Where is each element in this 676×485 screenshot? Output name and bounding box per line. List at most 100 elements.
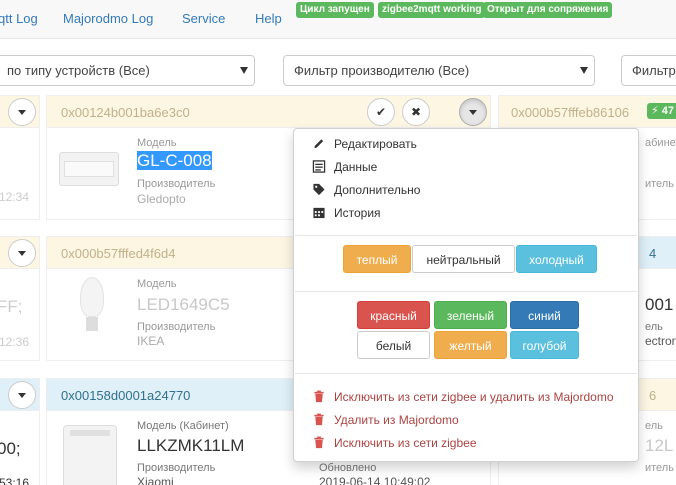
device-address: 6 [649, 388, 657, 403]
model-value: 001 [645, 295, 674, 314]
menu-item-edit[interactable]: Редактировать [312, 137, 417, 155]
card-time: 53:16 [0, 476, 30, 485]
calendar-icon [313, 207, 325, 219]
check-button[interactable]: ✔ [367, 98, 395, 126]
nav-link-help[interactable]: Help [255, 11, 282, 26]
model-value: LED1649C5 [137, 295, 230, 314]
device-address: 4 [649, 246, 657, 261]
close-button[interactable]: ✖ [402, 98, 430, 126]
nav-link-service[interactable]: Service [182, 11, 225, 26]
menu-item-label: Данные [334, 160, 378, 174]
menu-item-delete-majordomo[interactable]: Удалить из Majordomo [312, 413, 459, 431]
menu-item-label: Удалить из Majordomo [334, 413, 459, 427]
card-time: 12:34 [0, 190, 30, 204]
device-card-left-1: 12:34 [0, 95, 40, 220]
vendor-filter[interactable]: Фильтр производителю (Все) [283, 55, 595, 86]
updated-label: Обновлено [319, 462, 377, 474]
temp-cold-button[interactable]: холодный [516, 245, 597, 273]
card-value: 00; [0, 439, 21, 458]
chevron-down-icon [240, 67, 248, 74]
card-time: 12:36 [0, 335, 30, 349]
menu-divider [295, 235, 637, 236]
bulb-image [80, 277, 104, 335]
nav-link-mqtt-log[interactable]: qtt Log [0, 11, 38, 26]
device-card-left-3: 00; 53:16 [0, 378, 40, 485]
color-lightblue-button[interactable]: голубой [510, 331, 579, 359]
battery-badge: ⚡ 47 [647, 103, 676, 119]
card-menu-button[interactable] [459, 98, 487, 126]
updated-value: 2019-06-14 10:49:02 [319, 475, 431, 485]
color-white-button[interactable]: белый [357, 331, 430, 359]
vendor-value: IKEA [137, 334, 165, 348]
menu-item-label: Дополнительно [334, 183, 421, 197]
status-badge-z2m: zigbee2mqtt working [378, 2, 486, 18]
vendor-value: ectron [645, 334, 676, 348]
model-value: 12L [645, 436, 674, 455]
device-image [59, 152, 119, 186]
nav-link-majordomo-log[interactable]: Majorodmo Log [63, 11, 153, 26]
temp-warm-button[interactable]: теплый [343, 245, 411, 273]
menu-item-label: Исключить из сети zigbee и удалить из Ma… [334, 390, 614, 404]
menu-item-history[interactable]: История [312, 206, 381, 224]
card-menu-button[interactable] [8, 98, 36, 126]
device-context-menu: Редактировать Данные Дополнительно Истор… [293, 128, 639, 462]
device-type-filter[interactable]: по типу устройств (Все) [0, 55, 255, 86]
menu-item-advanced[interactable]: Дополнительно [312, 183, 420, 201]
device-address: 0x00158d0001a24770 [61, 388, 191, 403]
card-value: FF; [0, 297, 23, 316]
top-navbar: qtt Log Majorodmo Log Service Help Цикл … [0, 0, 676, 39]
vendor-filter-value: Фильтр производителю (Все) [294, 63, 470, 78]
device-address: 0x000b57fffeb86106 [511, 105, 630, 120]
trash-icon [314, 390, 324, 403]
menu-item-label: Исключить из сети zigbee [334, 436, 477, 450]
menu-item-exclude-and-delete[interactable]: Исключить из сети zigbee и удалить из Ma… [312, 390, 614, 408]
color-red-button[interactable]: красный [357, 301, 430, 329]
color-green-button[interactable]: зеленый [434, 301, 507, 329]
menu-item-exclude-zigbee[interactable]: Исключить из сети zigbee [312, 436, 477, 454]
menu-item-data[interactable]: Данные [312, 160, 377, 178]
tags-icon [313, 183, 325, 196]
vendor-label: Производитель [137, 462, 216, 474]
vendor-label: Производитель [137, 321, 216, 333]
temp-neutral-button[interactable]: нейтральный [412, 245, 515, 273]
model-value: LLKZMK11LM [137, 436, 245, 455]
third-filter-value: Фильтр [632, 63, 676, 78]
device-type-filter-value: по типу устройств (Все) [7, 63, 150, 78]
chevron-down-icon [18, 251, 26, 257]
chevron-down-icon [469, 110, 477, 116]
device-address: 0x000b57fffed4f6d4 [61, 246, 176, 261]
card-menu-button[interactable] [8, 239, 36, 267]
card-header [0, 96, 39, 128]
model-label: ель [645, 420, 663, 432]
chevron-down-icon [18, 110, 26, 116]
status-badge-pairing: Открыт для сопряжения [483, 2, 613, 18]
card-header [0, 379, 39, 411]
card-header: 0x00124b001ba6e3c0 ✔ ✖ [47, 96, 490, 128]
list-icon [312, 160, 326, 173]
menu-item-label: История [334, 206, 381, 220]
card-header [0, 237, 39, 269]
vendor-label: Производитель [137, 178, 216, 190]
device-card-left-2: FF; 12:36 [0, 236, 40, 361]
relay-image [63, 425, 117, 485]
vendor-value: Xiaomi [137, 475, 174, 485]
vendor-label: ель [645, 321, 663, 333]
model-value: GL-C-008 [137, 151, 212, 170]
battery-value: 47 [661, 105, 675, 117]
vendor-value: Gledopto [137, 192, 186, 206]
status-badge-cycle: Цикл запущен [296, 2, 374, 18]
model-label: абинет [645, 137, 676, 149]
color-yellow-button[interactable]: желтый [434, 331, 507, 359]
chevron-down-icon [580, 67, 588, 74]
trash-icon [314, 436, 324, 449]
card-header: 0x000b57fffeb86106 ⚡ 47 [499, 96, 676, 128]
vendor-label: итель [645, 462, 674, 474]
card-menu-button[interactable] [8, 381, 36, 409]
color-blue-button[interactable]: синий [510, 301, 579, 329]
menu-divider [295, 373, 637, 374]
device-address: 0x00124b001ba6e3c0 [61, 105, 190, 120]
third-filter[interactable]: Фильтр [621, 55, 676, 86]
menu-item-label: Редактировать [334, 137, 417, 151]
vendor-label: итель [645, 178, 674, 190]
model-label: Модель [137, 278, 177, 290]
